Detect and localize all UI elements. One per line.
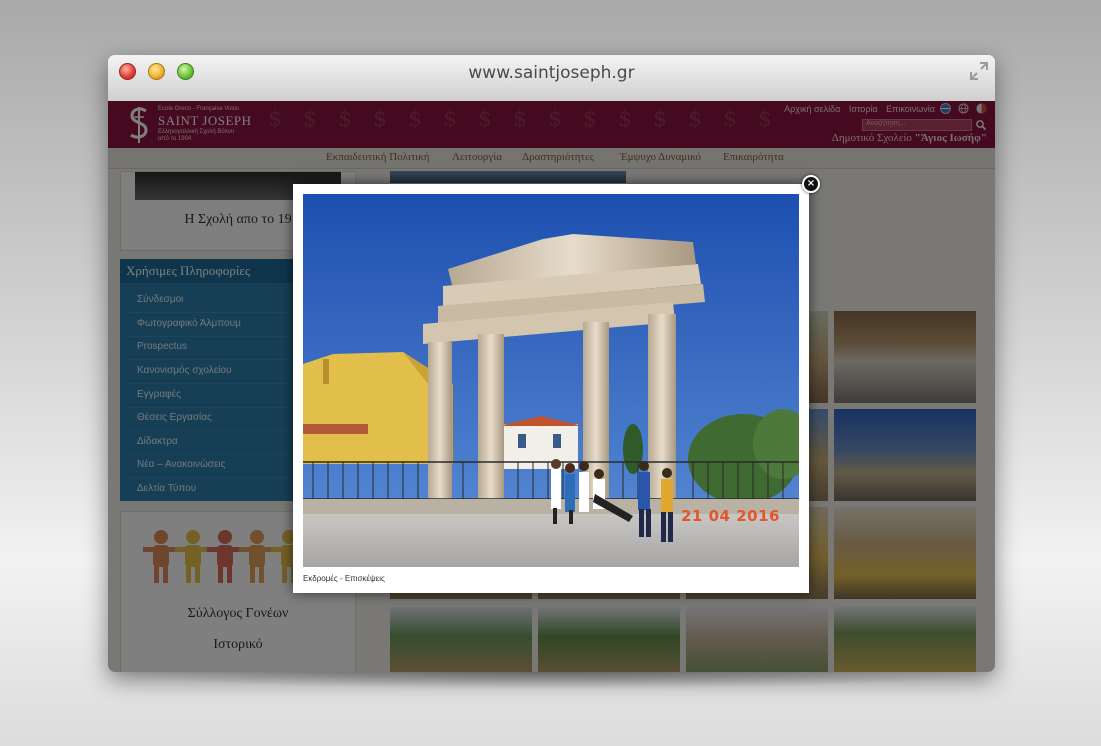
url-label: www.saintjoseph.gr xyxy=(468,63,635,83)
lightbox: 21 04 2016 Εκδρομές - Επισκέψεις xyxy=(293,184,809,593)
expand-icon[interactable] xyxy=(969,61,989,81)
web-page: $$$ $$$ $$$ $$$ $$$ Ecole Greco - França… xyxy=(108,101,995,672)
close-icon: × xyxy=(806,178,816,189)
lightbox-close-button[interactable]: × xyxy=(802,175,820,193)
photo-datestamp: 21 04 2016 xyxy=(681,507,780,525)
lightbox-caption: Εκδρομές - Επισκέψεις xyxy=(303,574,385,583)
title-bar: www.saintjoseph.gr xyxy=(108,55,995,102)
browser-window: www.saintjoseph.gr $$$ $$$ $$$ $$$ $$$ E… xyxy=(108,55,995,672)
